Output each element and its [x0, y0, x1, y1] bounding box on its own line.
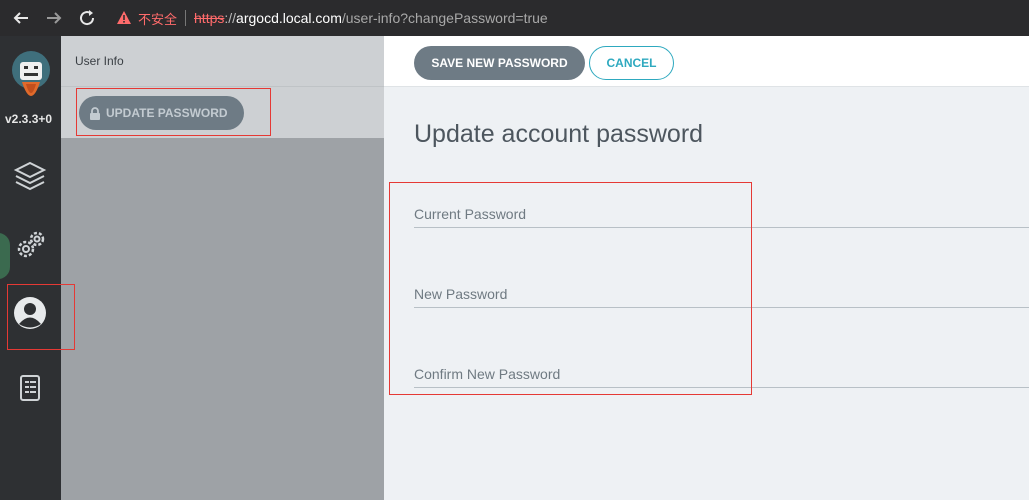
docs-icon — [20, 375, 40, 401]
browser-toolbar: 不安全 https :// argocd.local.com /user-inf… — [0, 0, 1029, 36]
reload-button[interactable] — [76, 7, 98, 29]
forward-button[interactable] — [43, 7, 65, 29]
sidebar: v2.3.3+0 — [0, 36, 61, 500]
url-separator: :// — [224, 10, 237, 26]
annotation-box-password-form — [389, 182, 752, 395]
url-domain: argocd.local.com — [236, 10, 342, 26]
layers-icon — [13, 161, 47, 191]
version-label: v2.3.3+0 — [5, 112, 53, 126]
cancel-button[interactable]: CANCEL — [589, 46, 674, 80]
back-arrow-icon — [13, 12, 28, 24]
sidebar-item-applications[interactable] — [12, 158, 48, 194]
sidebar-item-settings[interactable] — [12, 228, 48, 264]
annotation-box-user-icon — [7, 284, 75, 350]
argo-logo[interactable] — [8, 48, 54, 118]
save-new-password-button[interactable]: SAVE NEW PASSWORD — [414, 46, 585, 80]
warning-icon — [117, 11, 131, 24]
user-info-title: User Info — [75, 54, 124, 68]
sidebar-item-docs[interactable] — [12, 370, 48, 406]
forward-arrow-icon — [47, 12, 62, 24]
url-path: /user-info?changePassword=true — [341, 10, 548, 26]
page-title: Update account password — [414, 120, 704, 148]
gears-icon — [17, 231, 45, 258]
back-button[interactable] — [10, 7, 32, 29]
notification-bubble — [0, 233, 10, 279]
url-protocol: https — [194, 10, 225, 26]
insecure-label: 不安全 — [138, 11, 178, 27]
divider — [61, 86, 384, 87]
address-divider — [185, 10, 187, 26]
address-bar[interactable]: 不安全 https :// argocd.local.com /user-inf… — [116, 7, 548, 29]
reload-icon — [80, 10, 95, 26]
panel-toolbar: SAVE NEW PASSWORD CANCEL — [384, 36, 1029, 87]
annotation-box-update-button — [76, 88, 271, 136]
